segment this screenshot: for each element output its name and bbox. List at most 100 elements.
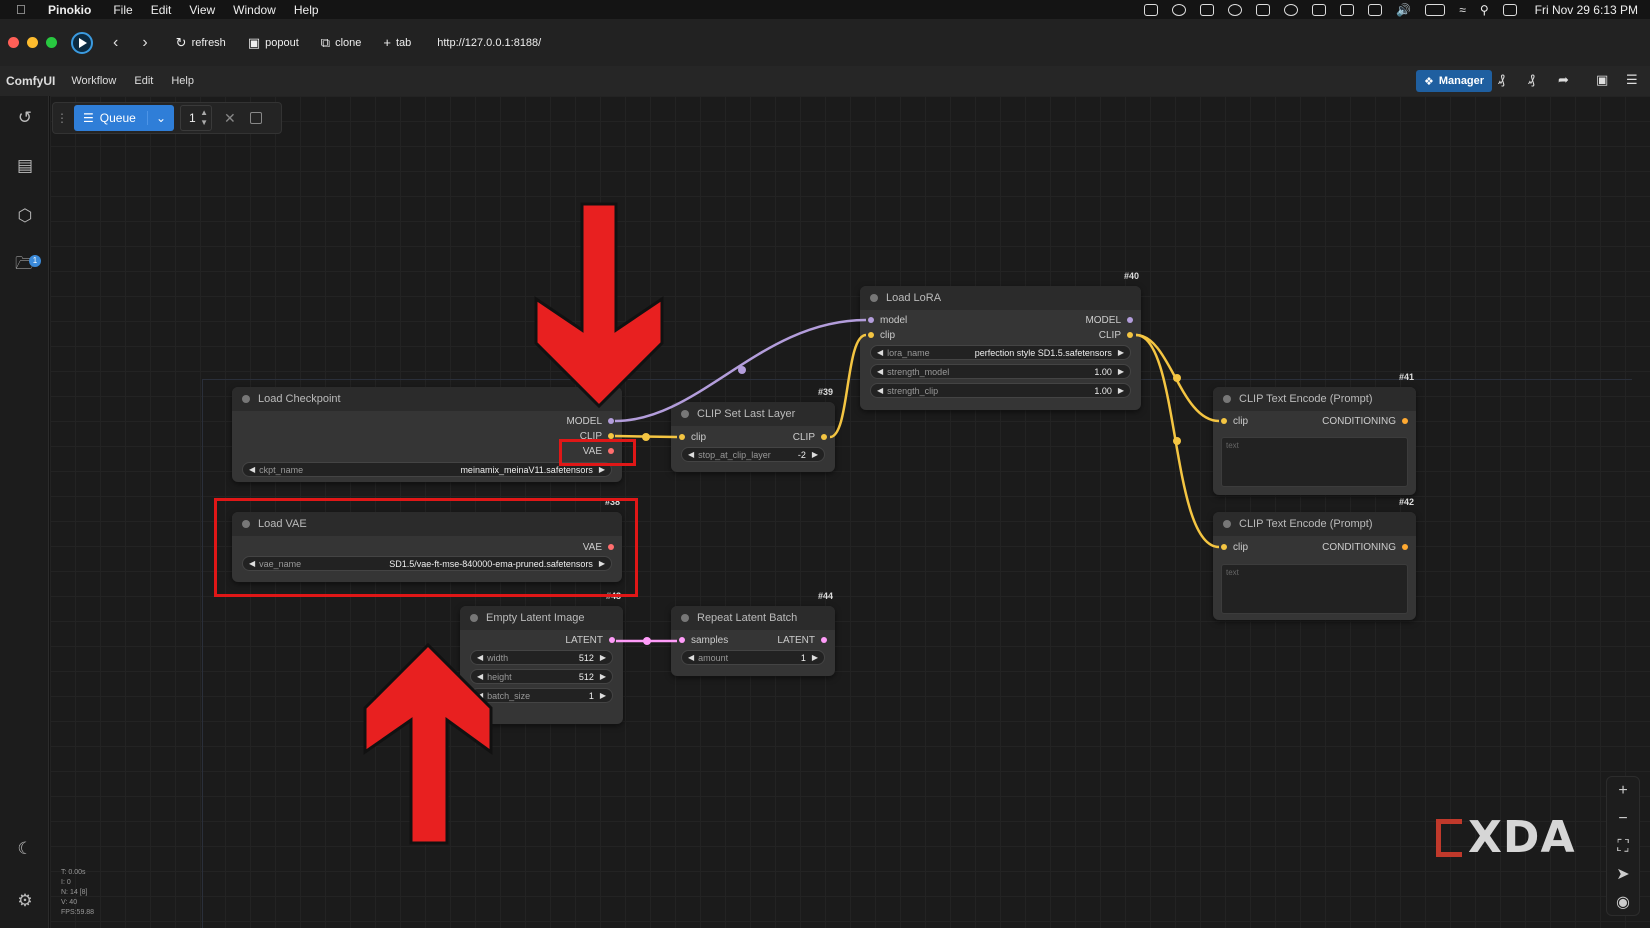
node-empty-latent-image[interactable]: #43 Empty Latent Image LATENT ◀ width 512 ▶… (460, 591, 623, 724)
prompt-textarea[interactable]: text (1221, 437, 1408, 487)
apple-icon[interactable]:  (16, 2, 32, 17)
play-icon[interactable] (1284, 3, 1299, 16)
arrow-right-icon[interactable]: ▶ (600, 672, 606, 681)
output-conditioning[interactable]: CONDITIONING (1322, 540, 1408, 554)
arrow-left-icon[interactable]: ◀ (688, 450, 694, 459)
drag-handle-icon[interactable]: ⋮ (56, 111, 68, 125)
select-mode-icon[interactable]: ➤ (1608, 862, 1638, 888)
status-app-icon[interactable] (1228, 3, 1243, 16)
close-window-icon[interactable] (8, 37, 19, 48)
notion-icon[interactable] (1256, 3, 1271, 16)
slot-dot-icon[interactable] (1221, 418, 1227, 424)
status-app-icon[interactable] (1172, 3, 1187, 16)
pinokio-logo-icon[interactable] (71, 31, 93, 54)
prompt-textarea[interactable]: text (1221, 564, 1408, 614)
node-clip-set-last-layer[interactable]: #39 CLIP Set Last Layer clip CLIP ◀ stop_… (671, 387, 835, 472)
stop-icon[interactable] (249, 112, 262, 124)
node-clip-text-encode-negative[interactable]: #42 CLIP Text Encode (Prompt) clip CONDI… (1213, 497, 1416, 620)
zoom-in-icon[interactable]: + (1608, 778, 1638, 804)
collapse-dot-icon[interactable] (870, 294, 878, 302)
share-icon[interactable]: ➦ (1558, 72, 1569, 88)
widget-width[interactable]: ◀ width 512 ▶ (470, 650, 613, 665)
output-clip[interactable]: CLIP (793, 430, 827, 444)
control-center-icon[interactable] (1502, 3, 1517, 16)
output-latent[interactable]: LATENT (565, 633, 615, 647)
arrow-left-icon[interactable]: ◀ (249, 465, 255, 474)
widget-batch-size[interactable]: ◀ batch_size 1 ▶ (470, 688, 613, 703)
widget-strength-model[interactable]: ◀ strength_model 1.00 ▶ (870, 364, 1131, 379)
node-title[interactable]: Load LoRA (860, 286, 1141, 310)
arrow-left-icon[interactable]: ◀ (877, 367, 883, 376)
minimize-window-icon[interactable] (27, 37, 38, 48)
slot-dot-icon[interactable] (868, 332, 874, 338)
input-samples[interactable]: samples (679, 633, 728, 647)
battery-icon[interactable] (1425, 3, 1446, 16)
menu-comfy-help[interactable]: Help (171, 75, 194, 87)
status-app-icon[interactable] (1200, 3, 1215, 16)
toggle-links-eye-icon[interactable]: ◉ (1608, 890, 1638, 916)
manager-button[interactable]: ❖ Manager (1416, 70, 1492, 92)
collapse-dot-icon[interactable] (1223, 395, 1231, 403)
node-repeat-latent-batch[interactable]: #44 Repeat Latent Batch samples LATENT ◀… (671, 591, 835, 676)
arrow-left-icon[interactable]: ◀ (477, 672, 483, 681)
input-clip[interactable]: clip (868, 328, 895, 342)
slot-dot-icon[interactable] (1127, 332, 1133, 338)
history-icon[interactable]: ↺ (15, 108, 35, 128)
comfy-brand[interactable]: ComfyUI (6, 74, 55, 88)
shield-icon[interactable] (1312, 3, 1327, 16)
menu-workflow[interactable]: Workflow (71, 75, 116, 87)
batch-count-input[interactable]: 1 ▲ ▼ (180, 105, 212, 131)
menu-window[interactable]: Window (233, 3, 276, 17)
menu-view[interactable]: View (189, 3, 215, 17)
arrow-left-icon[interactable]: ◀ (877, 386, 883, 395)
menu-comfy-edit[interactable]: Edit (134, 75, 153, 87)
arrow-right-icon[interactable]: ▶ (1118, 348, 1124, 357)
output-conditioning[interactable]: CONDITIONING (1322, 414, 1408, 428)
queue-button[interactable]: ☰ Queue ⌄ (74, 105, 174, 131)
wifi-icon[interactable]: ≈ (1459, 3, 1466, 17)
arrow-right-icon[interactable]: ▶ (1118, 367, 1124, 376)
status-app-icon[interactable] (1144, 3, 1159, 16)
refresh-button[interactable]: ↻ refresh (176, 35, 226, 51)
slot-dot-icon[interactable] (868, 317, 874, 323)
slot-dot-icon[interactable] (1402, 544, 1408, 550)
slot-dot-icon[interactable] (1402, 418, 1408, 424)
models-cube-icon[interactable]: ⬡ (15, 206, 35, 226)
menu-edit[interactable]: Edit (151, 3, 172, 17)
hamburger-icon[interactable]: ☰ (1626, 72, 1638, 88)
input-clip[interactable]: clip (1221, 414, 1248, 428)
fit-view-icon[interactable]: ⛶ (1608, 834, 1638, 860)
menu-help[interactable]: Help (294, 3, 319, 17)
arrow-left-icon[interactable]: ◀ (477, 691, 483, 700)
output-model[interactable]: MODEL (1085, 313, 1133, 327)
output-model[interactable]: MODEL (566, 414, 614, 428)
collapse-dot-icon[interactable] (681, 614, 689, 622)
widget-lora-name[interactable]: ◀ lora_name perfection style SD1.5.safeten… (870, 345, 1131, 360)
node-title[interactable]: Load Checkpoint (232, 387, 622, 411)
arrow-right-icon[interactable]: ▶ (812, 450, 818, 459)
back-icon[interactable]: ‹ (113, 34, 118, 52)
widget-stop-at-clip-layer[interactable]: ◀ stop_at_clip_layer -2 ▶ (681, 447, 825, 462)
clone-button[interactable]: ⧉ clone (321, 35, 362, 51)
arrow-right-icon[interactable]: ▶ (812, 653, 818, 662)
arrow-left-icon[interactable]: ◀ (877, 348, 883, 357)
node-title[interactable]: CLIP Text Encode (Prompt) (1213, 512, 1416, 536)
output-clip[interactable]: CLIP (1099, 328, 1133, 342)
arrow-right-icon[interactable]: ▶ (1118, 386, 1124, 395)
widget-amount[interactable]: ◀ amount 1 ▶ (681, 650, 825, 665)
clear-queue-icon[interactable]: ✕ (224, 110, 236, 127)
menu-app-name[interactable]: Pinokio (48, 3, 91, 17)
node-load-lora[interactable]: #40 Load LoRA model MODEL clip CLIP ◀ lor… (860, 271, 1141, 410)
settings-gear-icon[interactable]: ⚙ (15, 891, 35, 911)
collapse-dot-icon[interactable] (470, 614, 478, 622)
status-app-icon[interactable] (1340, 3, 1355, 16)
slot-dot-icon[interactable] (1221, 544, 1227, 550)
node-load-checkpoint[interactable]: Load Checkpoint MODEL CLIP VAE ◀ ckpt_nam… (232, 387, 622, 482)
search-icon[interactable]: ⚲ (1480, 3, 1489, 17)
output-latent[interactable]: LATENT (777, 633, 827, 647)
node-title[interactable]: Empty Latent Image (460, 606, 623, 630)
slot-dot-icon[interactable] (609, 637, 615, 643)
slot-dot-icon[interactable] (679, 434, 685, 440)
arrow-right-icon[interactable]: ▶ (600, 691, 606, 700)
menubar-clock[interactable]: Fri Nov 29 6:13 PM (1535, 3, 1638, 17)
